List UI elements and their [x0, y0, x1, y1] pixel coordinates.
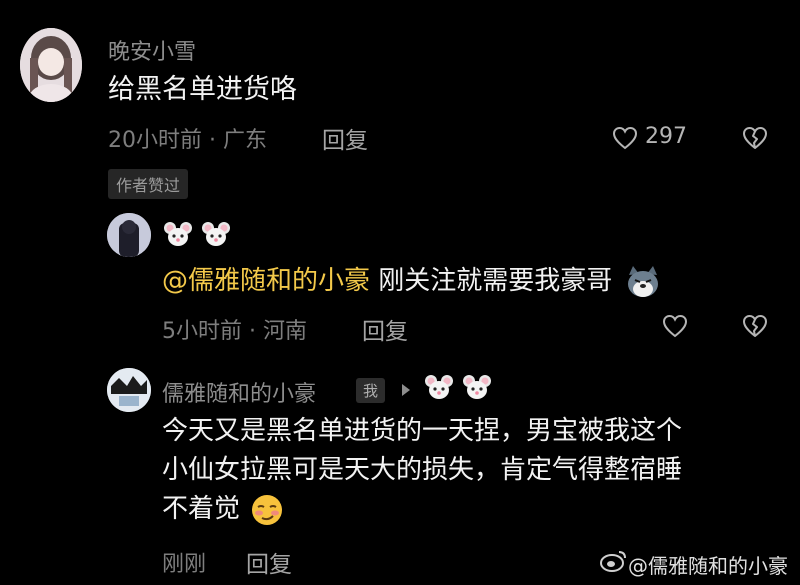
reply-text-line: 不着觉 — [162, 494, 241, 524]
avatar[interactable] — [107, 213, 151, 257]
reply-text-line: 小仙女拉黑可是天大的损失，肯定气得整宿睡 — [162, 455, 683, 485]
reply-text-body: 刚关注就需要我豪哥 — [370, 266, 613, 296]
broken-heart-icon — [743, 315, 767, 337]
weibo-logo-icon — [600, 549, 628, 573]
reply-to-emoji-group[interactable] — [424, 373, 492, 401]
reply-text-line-last: 不着觉 — [162, 490, 782, 529]
reply-username[interactable]: 儒雅随和的小豪 — [162, 376, 316, 408]
heart-icon — [612, 126, 638, 150]
author-liked-badge: 作者赞过 — [108, 169, 189, 199]
dislike-button[interactable] — [742, 126, 768, 150]
comment-time-location: 20小时前 · 广东 — [108, 128, 267, 153]
mouse-face-icon — [202, 222, 230, 246]
username-emoji-group[interactable] — [163, 220, 231, 248]
reply-text: 今天又是黑名单进货的一天捏，男宝被我这个 小仙女拉黑可是天大的损失，肯定气得整宿… — [162, 412, 782, 529]
comment-text: 给黑名单进货咯 — [108, 74, 297, 105]
avatar[interactable] — [107, 368, 151, 412]
reply-button[interactable]: 回复 — [246, 545, 292, 579]
doge-face-icon — [627, 265, 658, 297]
like-button[interactable] — [662, 314, 688, 338]
mention-link[interactable]: @儒雅随和的小豪 — [162, 266, 370, 296]
like-button[interactable] — [612, 126, 638, 150]
broken-heart-icon — [743, 127, 767, 149]
mouse-face-icon — [425, 375, 453, 399]
heart-icon — [662, 314, 688, 338]
me-badge: 我 — [356, 378, 386, 403]
reply-text-line: 今天又是黑名单进货的一天捏，男宝被我这个 — [162, 416, 683, 446]
mouse-face-icon — [463, 375, 491, 399]
like-count: 297 — [645, 124, 687, 149]
dislike-button[interactable] — [742, 314, 768, 338]
reply-text: @儒雅随和的小豪 刚关注就需要我豪哥 — [162, 262, 661, 301]
reply-time: 刚刚 — [162, 552, 207, 577]
reply-to-arrow-icon — [400, 382, 412, 398]
smirk-face-icon — [252, 494, 283, 525]
watermark-text: @儒雅随和的小豪 — [628, 554, 788, 578]
reply-button[interactable]: 回复 — [322, 121, 368, 155]
comment-username[interactable]: 晚安小雪 — [108, 34, 196, 66]
avatar[interactable] — [20, 28, 82, 102]
mouse-face-icon — [164, 222, 192, 246]
reply-button[interactable]: 回复 — [362, 312, 408, 346]
reply-time-location: 5小时前 · 河南 — [162, 319, 307, 344]
